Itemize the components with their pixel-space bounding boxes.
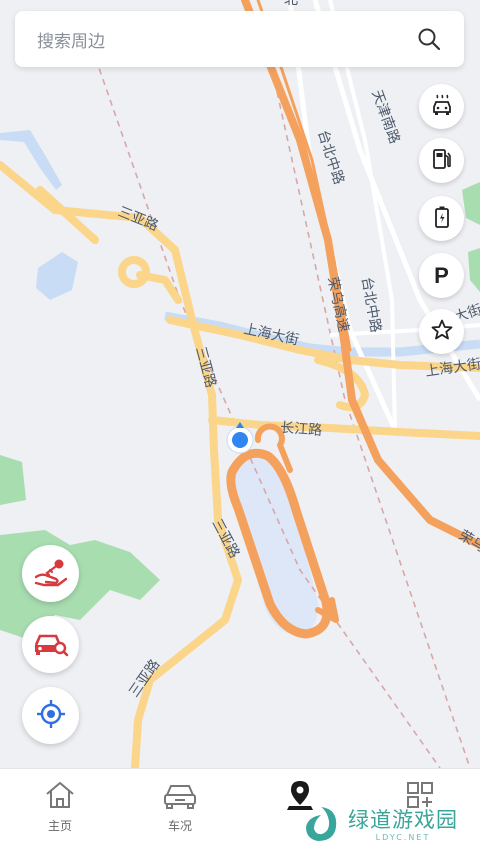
home-icon: [43, 779, 77, 811]
charging-button[interactable]: [419, 196, 464, 241]
fuel-button[interactable]: [419, 138, 464, 183]
search-bar[interactable]: 搜索周边: [15, 11, 464, 67]
map-label: 北: [284, 0, 298, 8]
leaf-logo-icon: [300, 803, 342, 849]
parking-button[interactable]: P: [419, 253, 464, 298]
favorites-button[interactable]: [419, 309, 464, 354]
tab-home-label: 主页: [47, 819, 72, 833]
map-label: 长江路: [280, 420, 323, 439]
fuel-pump-icon: [430, 147, 454, 175]
battery-charge-icon: [430, 205, 454, 233]
car-wash-button[interactable]: [419, 84, 464, 129]
car-wash-icon: [430, 93, 454, 121]
car-icon: [163, 779, 197, 811]
star-icon: [430, 318, 454, 346]
car-share-button[interactable]: [22, 545, 79, 602]
search-placeholder: 搜索周边: [37, 31, 105, 52]
crosshair-icon: [36, 699, 66, 733]
search-icon[interactable]: [416, 26, 442, 52]
watermark-text: 绿道游戏园: [348, 808, 458, 832]
watermark-subtext: LDYC.NET: [375, 833, 431, 842]
find-car-button[interactable]: [22, 616, 79, 673]
car-search-icon: [33, 629, 69, 661]
parking-label: P: [434, 262, 449, 288]
tab-car-status-label: 车况: [167, 819, 192, 833]
car-key-share-icon: [34, 557, 68, 591]
locate-button[interactable]: [22, 687, 79, 744]
tab-home[interactable]: 主页: [0, 769, 120, 854]
tab-car-status[interactable]: 车况: [120, 769, 240, 854]
watermark: 绿道游戏园 LDYC.NET: [300, 800, 478, 852]
